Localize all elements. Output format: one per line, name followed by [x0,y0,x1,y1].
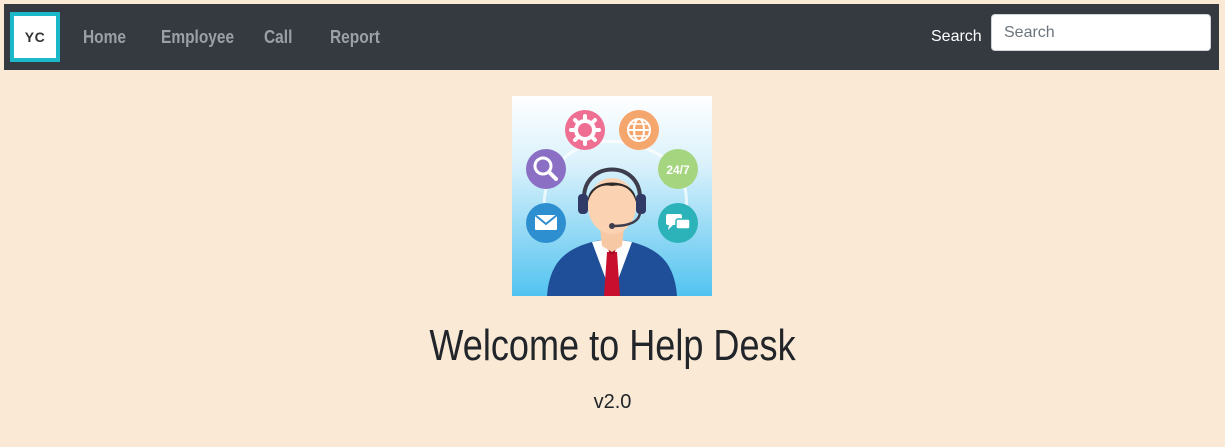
nav-link-report[interactable]: Report [330,26,380,48]
brand-logo-text: YC [24,29,46,45]
version-label: v2.0 [593,391,632,413]
search-icon [526,149,566,189]
search-label: Search [931,28,982,45]
gear-icon [565,110,605,150]
navbar: YC Home Employee Call Report Search [4,4,1219,70]
search-input[interactable] [991,14,1211,51]
brand-logo[interactable]: YC [10,12,60,62]
mail-icon [526,203,566,243]
help-desk-illustration: 24/7 [512,96,712,296]
nav-link-home[interactable]: Home [83,26,126,48]
page: YC Home Employee Call Report Search Sear… [0,0,1225,447]
nav-link-employee[interactable]: Employee [161,26,234,48]
welcome-title: Welcome to Help Desk [429,321,796,370]
chat-icon [658,203,698,243]
svg-text:24/7: 24/7 [666,163,690,177]
nav-link-call[interactable]: Call [264,26,292,48]
globe-icon [619,110,659,150]
clock-24-7-icon: 24/7 [658,149,698,189]
